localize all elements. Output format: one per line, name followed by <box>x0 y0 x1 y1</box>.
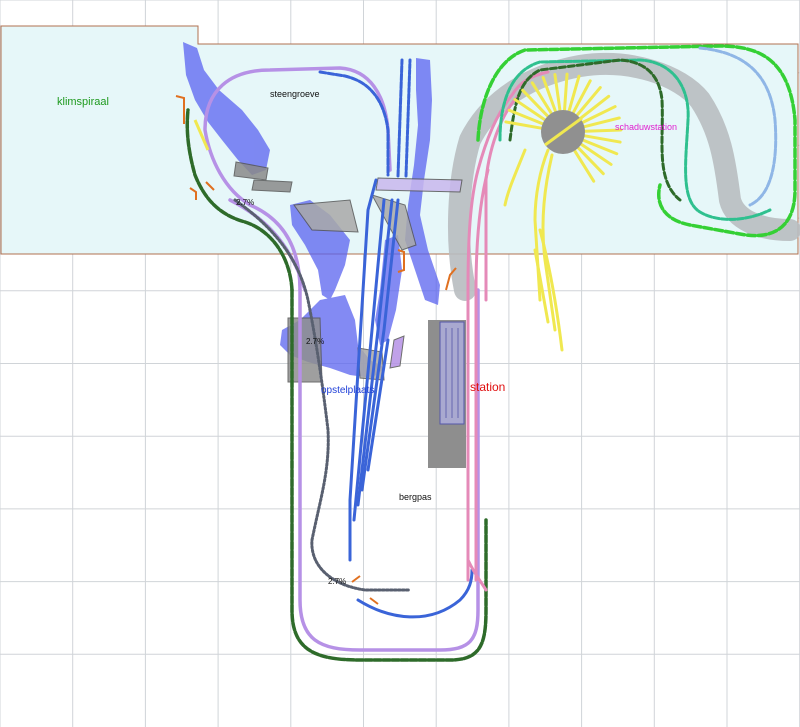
label-steengroeve: steengroeve <box>270 89 320 99</box>
label-station: station <box>470 380 505 394</box>
label-opstelplaats: opstelplaats <box>321 385 374 396</box>
station-building <box>428 320 466 468</box>
label-schaduwstation: schaduwstation <box>615 122 677 132</box>
label-grade-a: 2.7% <box>236 198 254 207</box>
track-plan: klimspiraal steengroeve schaduwstation o… <box>0 0 800 727</box>
label-grade-b: 2.7% <box>306 337 324 346</box>
label-bergpas: bergpas <box>399 492 432 502</box>
label-grade-c: 2.7% <box>328 577 346 586</box>
label-klimspiraal: klimspiraal <box>57 96 109 108</box>
